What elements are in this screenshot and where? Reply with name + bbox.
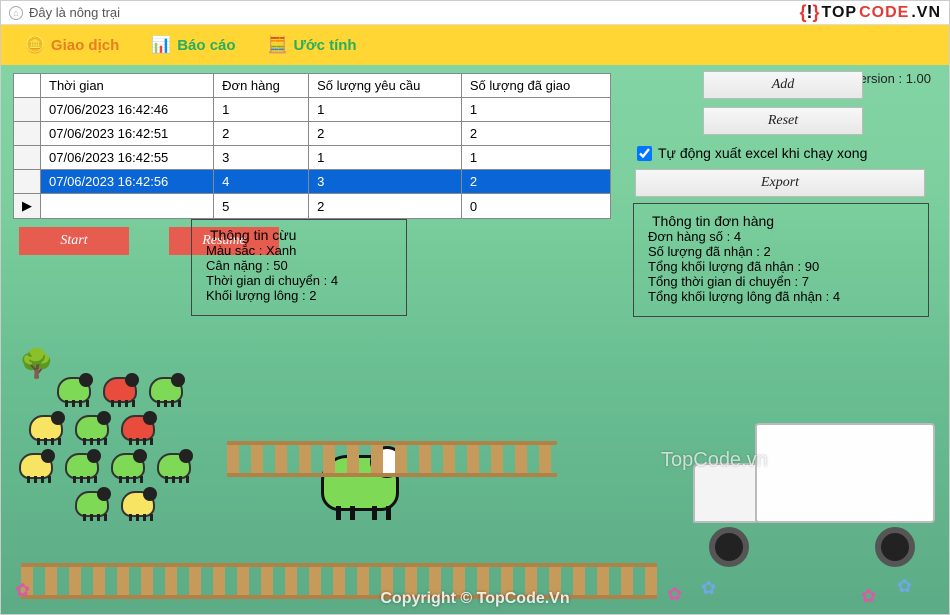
sheep-field xyxy=(11,341,211,541)
tab-giao-dich[interactable]: 🪙 Giao dịch xyxy=(25,35,119,55)
col-qty-req[interactable]: Số lượng yêu cầu xyxy=(309,74,462,98)
fence-icon xyxy=(227,441,557,477)
topcode-logo: {!} TOPCODE.VN xyxy=(799,2,941,23)
table-row[interactable]: ▶520 xyxy=(14,194,611,219)
col-qty-done[interactable]: Số lượng đã giao xyxy=(461,74,610,98)
table-cell[interactable]: 2 xyxy=(461,122,610,146)
watermark: TopCode.vn xyxy=(661,449,768,472)
table-cell[interactable]: 2 xyxy=(309,122,462,146)
reset-button[interactable]: Reset xyxy=(703,107,863,135)
table-row[interactable]: 07/06/2023 16:42:51222 xyxy=(14,122,611,146)
auto-export-checkbox[interactable] xyxy=(637,146,652,161)
tab-bao-cao[interactable]: 📊 Báo cáo xyxy=(151,35,235,55)
table-cell[interactable]: 1 xyxy=(461,146,610,170)
tab-label: Báo cáo xyxy=(177,37,235,54)
table-cell[interactable]: 07/06/2023 16:42:46 xyxy=(41,98,214,122)
order-info-line: Tổng khối lượng đã nhận : 90 xyxy=(648,259,914,274)
tab-uoc-tinh[interactable]: 🧮 Ước tính xyxy=(268,35,357,55)
sheep-info-line: Màu sắc : Xanh xyxy=(206,243,392,258)
table-cell[interactable]: 2 xyxy=(309,194,462,219)
table-cell[interactable]: 2 xyxy=(461,170,610,194)
order-info-title: Thông tin đơn hàng xyxy=(648,213,778,229)
table-cell[interactable]: 1 xyxy=(309,146,462,170)
sheep-info-title: Thông tin cừu xyxy=(206,227,300,243)
order-info-line: Đơn hàng số : 4 xyxy=(648,229,914,244)
table-row[interactable]: 07/06/2023 16:42:46111 xyxy=(14,98,611,122)
order-info-line: Số lượng đã nhận : 2 xyxy=(648,244,914,259)
auto-export-label: Tự động xuất excel khi chạy xong xyxy=(658,145,867,161)
report-icon: 📊 xyxy=(151,35,171,55)
estimate-icon: 🧮 xyxy=(268,35,288,55)
table-cell[interactable]: 1 xyxy=(461,98,610,122)
orders-table[interactable]: Thời gian Đơn hàng Số lượng yêu cầu Số l… xyxy=(13,73,611,219)
sheep-info-group: Thông tin cừu Màu sắc : Xanh Cân nặng : … xyxy=(191,219,407,316)
table-row[interactable]: 07/06/2023 16:42:56432 xyxy=(14,170,611,194)
titlebar: ⌂ Đây là nông trại {!} TOPCODE.VN xyxy=(1,1,949,25)
tabbar: 🪙 Giao dịch 📊 Báo cáo 🧮 Ước tính xyxy=(1,25,949,65)
table-cell[interactable]: 3 xyxy=(214,146,309,170)
start-button[interactable]: Start xyxy=(19,227,129,255)
add-button[interactable]: Add xyxy=(703,71,863,99)
col-order[interactable]: Đơn hàng xyxy=(214,74,309,98)
table-cell[interactable]: 07/06/2023 16:42:55 xyxy=(41,146,214,170)
order-info-line: Tổng thời gian di chuyển : 7 xyxy=(648,274,914,289)
table-cell[interactable]: 5 xyxy=(214,194,309,219)
table-cell[interactable] xyxy=(41,194,214,219)
table-cell[interactable]: 4 xyxy=(214,170,309,194)
sheep-info-line: Cân nặng : 50 xyxy=(206,258,392,273)
col-time[interactable]: Thời gian xyxy=(41,74,214,98)
order-info-line: Tổng khối lượng lông đã nhận : 4 xyxy=(648,289,914,304)
truck-icon xyxy=(675,423,935,563)
order-info-group: Thông tin đơn hàng Đơn hàng số : 4 Số lư… xyxy=(633,203,929,317)
table-row[interactable]: 07/06/2023 16:42:55311 xyxy=(14,146,611,170)
table-cell[interactable]: 07/06/2023 16:42:56 xyxy=(41,170,214,194)
tab-label: Ước tính xyxy=(293,37,356,54)
table-cell[interactable]: 1 xyxy=(214,98,309,122)
tab-label: Giao dịch xyxy=(51,37,119,54)
coin-icon: 🪙 xyxy=(25,35,45,55)
table-cell[interactable]: 1 xyxy=(309,98,462,122)
app-icon: ⌂ xyxy=(9,6,23,20)
sheep-info-line: Thời gian di chuyển : 4 xyxy=(206,273,392,288)
sheep-info-line: Khối lượng lông : 2 xyxy=(206,288,392,303)
table-cell[interactable]: 3 xyxy=(309,170,462,194)
watermark: Copyright © TopCode.Vn xyxy=(1,590,949,608)
table-cell[interactable]: 2 xyxy=(214,122,309,146)
table-cell[interactable]: 07/06/2023 16:42:51 xyxy=(41,122,214,146)
table-cell[interactable]: 0 xyxy=(461,194,610,219)
window-title: Đây là nông trại xyxy=(29,5,120,20)
export-button[interactable]: Export xyxy=(635,169,925,197)
